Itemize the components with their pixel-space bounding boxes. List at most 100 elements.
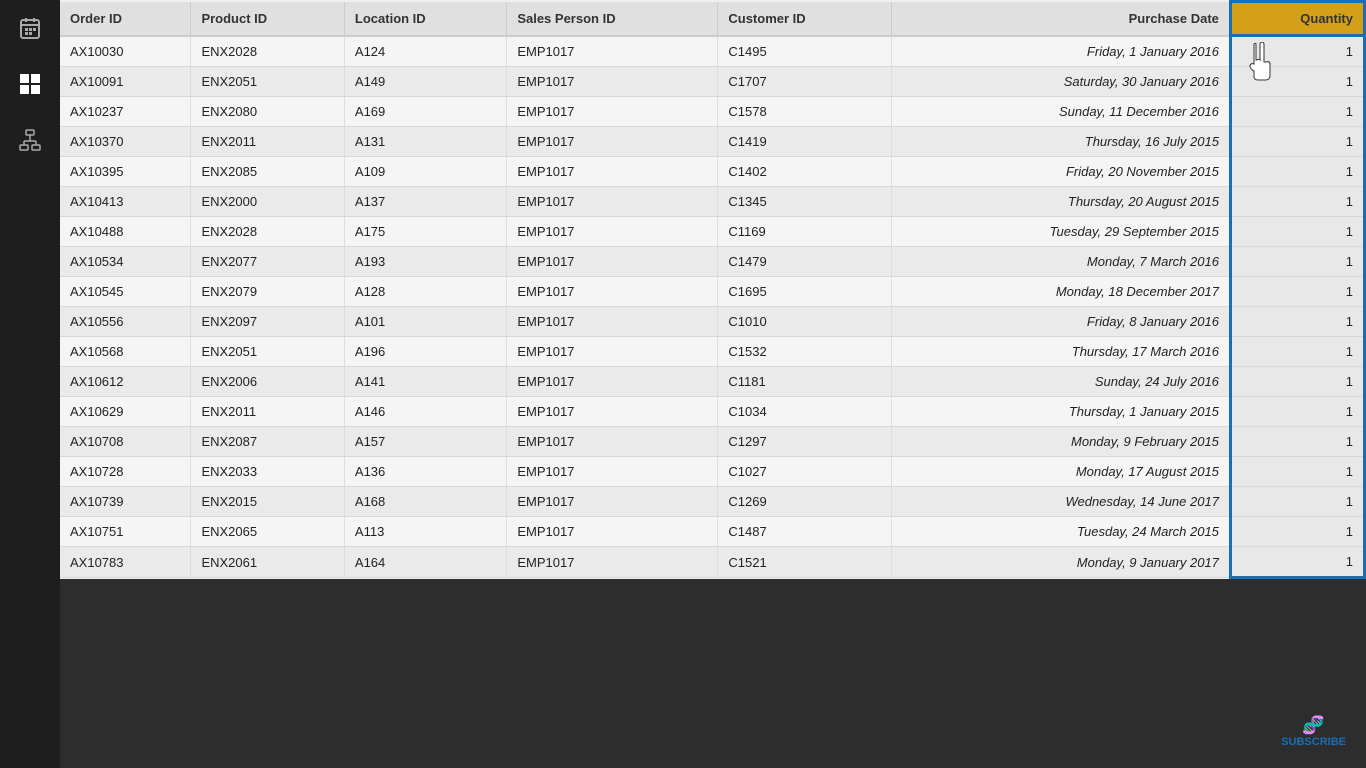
table-row: AX10783ENX2061A164EMP1017C1521Monday, 9 … <box>60 547 1365 578</box>
cell-order_id: AX10783 <box>60 547 191 578</box>
table-row: AX10395ENX2085A109EMP1017C1402Friday, 20… <box>60 157 1365 187</box>
cell-customer_id: C1169 <box>718 217 892 247</box>
cell-customer_id: C1297 <box>718 427 892 457</box>
cell-product_id: ENX2015 <box>191 487 344 517</box>
cell-location_id: A196 <box>344 337 506 367</box>
table-row: AX10091ENX2051A149EMP1017C1707Saturday, … <box>60 67 1365 97</box>
main-content: Order ID Product ID Location ID Sales Pe… <box>60 0 1366 768</box>
cell-product_id: ENX2087 <box>191 427 344 457</box>
table-row: AX10751ENX2065A113EMP1017C1487Tuesday, 2… <box>60 517 1365 547</box>
table-row: AX10739ENX2015A168EMP1017C1269Wednesday,… <box>60 487 1365 517</box>
cell-quantity: 1 <box>1230 397 1364 427</box>
cell-sales_person_id: EMP1017 <box>507 127 718 157</box>
table-row: AX10413ENX2000A137EMP1017C1345Thursday, … <box>60 187 1365 217</box>
cell-product_id: ENX2065 <box>191 517 344 547</box>
table-row: AX10545ENX2079A128EMP1017C1695Monday, 18… <box>60 277 1365 307</box>
cell-sales_person_id: EMP1017 <box>507 427 718 457</box>
table-row: AX10534ENX2077A193EMP1017C1479Monday, 7 … <box>60 247 1365 277</box>
data-table: Order ID Product ID Location ID Sales Pe… <box>60 0 1366 579</box>
table-row: AX10728ENX2033A136EMP1017C1027Monday, 17… <box>60 457 1365 487</box>
table-header-row: Order ID Product ID Location ID Sales Pe… <box>60 2 1365 36</box>
cell-quantity: 1 <box>1230 337 1364 367</box>
col-product-id[interactable]: Product ID <box>191 2 344 36</box>
table-row: AX10237ENX2080A169EMP1017C1578Sunday, 11… <box>60 97 1365 127</box>
cell-order_id: AX10413 <box>60 187 191 217</box>
cell-purchase_date: Monday, 9 February 2015 <box>892 427 1231 457</box>
cell-location_id: A136 <box>344 457 506 487</box>
cell-quantity: 1 <box>1230 307 1364 337</box>
cell-customer_id: C1419 <box>718 127 892 157</box>
cell-location_id: A169 <box>344 97 506 127</box>
col-sales-person-id[interactable]: Sales Person ID <box>507 2 718 36</box>
col-customer-id[interactable]: Customer ID <box>718 2 892 36</box>
cell-customer_id: C1487 <box>718 517 892 547</box>
cell-purchase_date: Monday, 17 August 2015 <box>892 457 1231 487</box>
cell-sales_person_id: EMP1017 <box>507 217 718 247</box>
cell-purchase_date: Wednesday, 14 June 2017 <box>892 487 1231 517</box>
sidebar <box>0 0 60 768</box>
cell-quantity: 1 <box>1230 217 1364 247</box>
table-row: AX10612ENX2006A141EMP1017C1181Sunday, 24… <box>60 367 1365 397</box>
cell-purchase_date: Monday, 18 December 2017 <box>892 277 1231 307</box>
cell-purchase_date: Sunday, 24 July 2016 <box>892 367 1231 397</box>
cell-quantity: 1 <box>1230 97 1364 127</box>
cell-sales_person_id: EMP1017 <box>507 187 718 217</box>
cell-purchase_date: Friday, 1 January 2016 <box>892 36 1231 67</box>
cell-product_id: ENX2061 <box>191 547 344 578</box>
watermark: 🧬 SUBSCRIBE <box>1281 715 1346 748</box>
cell-order_id: AX10370 <box>60 127 191 157</box>
cell-product_id: ENX2033 <box>191 457 344 487</box>
cell-customer_id: C1034 <box>718 397 892 427</box>
table-container[interactable]: Order ID Product ID Location ID Sales Pe… <box>60 0 1366 768</box>
cell-purchase_date: Tuesday, 29 September 2015 <box>892 217 1231 247</box>
cell-sales_person_id: EMP1017 <box>507 67 718 97</box>
cell-location_id: A164 <box>344 547 506 578</box>
watermark-text: SUBSCRIBE <box>1281 736 1346 748</box>
cell-purchase_date: Sunday, 11 December 2016 <box>892 97 1231 127</box>
cell-purchase_date: Thursday, 1 January 2015 <box>892 397 1231 427</box>
cell-location_id: A193 <box>344 247 506 277</box>
cell-sales_person_id: EMP1017 <box>507 157 718 187</box>
cell-location_id: A168 <box>344 487 506 517</box>
cell-order_id: AX10237 <box>60 97 191 127</box>
cell-quantity: 1 <box>1230 517 1364 547</box>
cell-product_id: ENX2077 <box>191 247 344 277</box>
cell-quantity: 1 <box>1230 427 1364 457</box>
table-row: AX10568ENX2051A196EMP1017C1532Thursday, … <box>60 337 1365 367</box>
col-purchase-date[interactable]: Purchase Date <box>892 2 1231 36</box>
cell-purchase_date: Thursday, 16 July 2015 <box>892 127 1231 157</box>
cell-purchase_date: Monday, 7 March 2016 <box>892 247 1231 277</box>
cell-customer_id: C1027 <box>718 457 892 487</box>
cell-customer_id: C1521 <box>718 547 892 578</box>
cell-sales_person_id: EMP1017 <box>507 337 718 367</box>
cell-customer_id: C1495 <box>718 36 892 67</box>
cell-order_id: AX10030 <box>60 36 191 67</box>
cell-product_id: ENX2085 <box>191 157 344 187</box>
cell-purchase_date: Tuesday, 24 March 2015 <box>892 517 1231 547</box>
table-row: AX10708ENX2087A157EMP1017C1297Monday, 9 … <box>60 427 1365 457</box>
table-sidebar-icon[interactable] <box>12 66 48 102</box>
cell-sales_person_id: EMP1017 <box>507 487 718 517</box>
hierarchy-sidebar-icon[interactable] <box>12 122 48 158</box>
cell-quantity: 1 <box>1230 127 1364 157</box>
cell-order_id: AX10534 <box>60 247 191 277</box>
cell-quantity: 1 <box>1230 457 1364 487</box>
calendar-sidebar-icon[interactable] <box>12 10 48 46</box>
cell-product_id: ENX2006 <box>191 367 344 397</box>
cell-sales_person_id: EMP1017 <box>507 277 718 307</box>
cell-customer_id: C1181 <box>718 367 892 397</box>
cell-sales_person_id: EMP1017 <box>507 307 718 337</box>
cell-order_id: AX10091 <box>60 67 191 97</box>
cell-sales_person_id: EMP1017 <box>507 36 718 67</box>
cell-customer_id: C1479 <box>718 247 892 277</box>
col-order-id[interactable]: Order ID <box>60 2 191 36</box>
cell-product_id: ENX2079 <box>191 277 344 307</box>
cell-product_id: ENX2080 <box>191 97 344 127</box>
cell-sales_person_id: EMP1017 <box>507 367 718 397</box>
col-quantity[interactable]: Quantity <box>1230 2 1364 36</box>
cell-product_id: ENX2011 <box>191 127 344 157</box>
col-location-id[interactable]: Location ID <box>344 2 506 36</box>
cell-customer_id: C1707 <box>718 67 892 97</box>
table-row: AX10030ENX2028A124EMP1017C1495Friday, 1 … <box>60 36 1365 67</box>
cell-purchase_date: Thursday, 20 August 2015 <box>892 187 1231 217</box>
